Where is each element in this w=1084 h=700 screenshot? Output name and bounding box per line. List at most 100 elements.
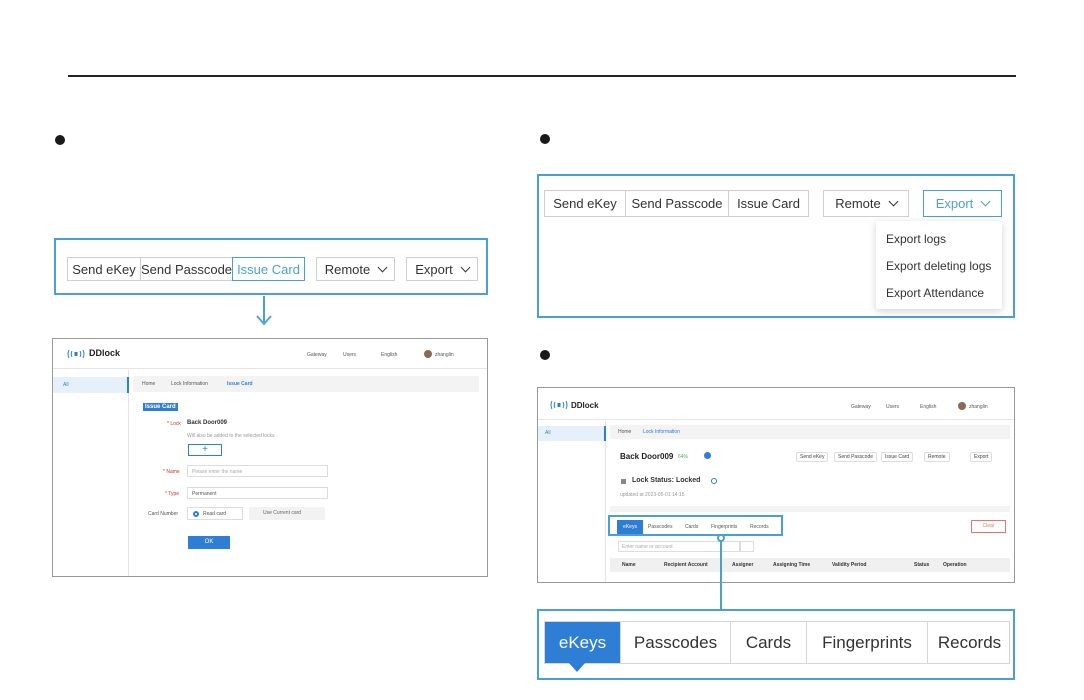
wifi-lock-icon — [550, 400, 568, 410]
user-name[interactable]: zhanglin — [969, 404, 988, 410]
tabs-zoomed: eKeys Passcodes Cards Fingerprints Recor… — [537, 609, 1015, 680]
tab-passcodes[interactable]: Passcodes — [621, 622, 731, 663]
clear-button[interactable]: Clear — [971, 520, 1006, 533]
breadcrumb-lock-info[interactable]: Lock Information — [171, 381, 208, 387]
issue-card-button[interactable]: Issue Card — [232, 257, 305, 281]
column-assigner: Assigner — [732, 562, 754, 568]
tabs-highlight — [608, 515, 783, 536]
wifi-lock-icon — [67, 349, 85, 359]
sidebar-item-all[interactable]: All — [538, 426, 606, 441]
chevron-down-icon — [888, 196, 899, 207]
search-icon[interactable] — [740, 541, 754, 552]
user-name[interactable]: zhanglin — [435, 352, 454, 358]
read-card-label: Read card — [203, 511, 227, 517]
type-label: * Type — [165, 491, 180, 497]
send-passcode-button[interactable]: Send Passcode — [834, 452, 878, 462]
export-button[interactable]: Export — [406, 257, 478, 281]
avatar[interactable] — [958, 402, 966, 410]
top-rule — [68, 75, 1016, 77]
app-header: DDlock Gateway Users English zhanglin — [538, 388, 1014, 420]
breadcrumb-issue-card: Issue Card — [227, 381, 253, 387]
avatar[interactable] — [424, 350, 432, 358]
settings-icon[interactable] — [704, 452, 711, 459]
refresh-icon[interactable] — [711, 478, 717, 484]
tab-fingerprints[interactable]: Fingerprints — [807, 622, 928, 663]
export-dropdown-menu: Export logs Export deleting logs Export … — [876, 221, 1002, 309]
toolbar-frame-left: Send eKey Send Passcode Issue Card Remot… — [54, 238, 488, 295]
issue-card-screenshot: DDlock Gateway Users English zhanglin Al… — [52, 338, 488, 577]
name-input[interactable]: Please enter the name — [187, 465, 328, 477]
remote-button[interactable]: Remote — [924, 452, 950, 462]
use-current-card-option[interactable]: Use Current card — [249, 507, 325, 520]
export-button[interactable]: Export — [923, 190, 1002, 217]
nav-gateway[interactable]: Gateway — [307, 352, 327, 358]
radio-selected-icon — [193, 511, 199, 517]
add-lock-button[interactable]: + — [188, 444, 222, 456]
send-ekey-button[interactable]: Send eKey — [796, 452, 829, 462]
breadcrumb-lock-info: Lock Information — [643, 429, 680, 435]
export-label: Export — [935, 196, 974, 211]
export-button[interactable]: Export — [970, 452, 993, 462]
nav-language[interactable]: English — [920, 404, 936, 410]
brand-name: DDlock — [571, 401, 599, 410]
remote-label: Remote — [835, 196, 881, 211]
chevron-down-icon — [377, 262, 388, 272]
remote-label: Remote — [324, 261, 371, 277]
use-current-label: Use Current card — [263, 510, 302, 516]
chevron-down-icon — [460, 262, 471, 272]
menu-item-export-attendance[interactable]: Export Attendance — [886, 286, 984, 300]
export-label: Export — [415, 261, 453, 277]
lock-name: Back Door009 — [620, 452, 674, 461]
read-card-option[interactable]: Read card — [187, 507, 243, 520]
breadcrumb: Home Lock Information — [610, 425, 1010, 439]
breadcrumb-home[interactable]: Home — [142, 381, 155, 387]
issue-card-button[interactable]: Issue Card — [728, 190, 809, 217]
tabs-zoomed-bar: eKeys Passcodes Cards Fingerprints Recor… — [544, 621, 1010, 664]
nav-users[interactable]: Users — [886, 404, 899, 410]
send-passcode-button[interactable]: Send Passcode — [140, 257, 233, 281]
connector-line — [720, 541, 722, 609]
send-ekey-button[interactable]: Send eKey — [67, 257, 141, 281]
remote-button[interactable]: Remote — [823, 190, 909, 217]
sidebar-item-label: All — [63, 382, 69, 388]
form-title: Issue Card — [143, 403, 178, 411]
ok-button[interactable]: OK — [188, 536, 230, 549]
lock-icon — [621, 479, 626, 484]
active-tab-pointer-icon — [569, 663, 585, 672]
breadcrumb: Home Lock Information Issue Card — [133, 376, 479, 392]
tab-ekeys[interactable]: eKeys — [545, 622, 621, 663]
lock-note: Will also be added to the selected locks — [187, 433, 275, 439]
card-number-label: Card Number — [148, 511, 179, 517]
type-select[interactable]: Permanent — [187, 487, 328, 499]
section-divider — [610, 506, 1010, 512]
lock-info-screenshot: DDlock Gateway Users English zhanglin Al… — [537, 387, 1015, 583]
battery-level: 64% — [678, 454, 689, 460]
table-header: Name Recipient Account Assigner Assignin… — [610, 558, 1010, 572]
app-header: DDlock Gateway Users English zhanglin — [53, 339, 487, 369]
remote-button[interactable]: Remote — [316, 257, 395, 281]
column-name: Name — [622, 562, 636, 568]
bullet-right-top — [540, 134, 550, 144]
issue-card-button[interactable]: Issue Card — [881, 452, 914, 462]
brand-name: DDlock — [89, 348, 121, 358]
send-passcode-button[interactable]: Send Passcode — [625, 190, 729, 217]
name-label: * Name — [163, 469, 180, 475]
tab-cards[interactable]: Cards — [731, 622, 807, 663]
menu-item-export-deleting-logs[interactable]: Export deleting logs — [886, 259, 991, 273]
bullet-left — [55, 135, 65, 145]
nav-users[interactable]: Users — [343, 352, 356, 358]
breadcrumb-home[interactable]: Home — [618, 429, 631, 435]
send-ekey-button[interactable]: Send eKey — [544, 190, 626, 217]
toolbar-frame-right: Send eKey Send Passcode Issue Card Remot… — [537, 174, 1015, 318]
nav-gateway[interactable]: Gateway — [851, 404, 871, 410]
tab-records[interactable]: Records — [928, 622, 1011, 663]
menu-item-export-logs[interactable]: Export logs — [886, 232, 946, 246]
sidebar: All — [53, 370, 129, 576]
sidebar-item-label: All — [545, 430, 551, 436]
nav-language[interactable]: English — [381, 352, 397, 358]
column-operation: Operation — [943, 562, 967, 568]
sidebar: All — [538, 421, 606, 582]
column-recipient: Recipient Account — [664, 562, 708, 568]
chevron-down-icon — [980, 196, 991, 207]
sidebar-item-all[interactable]: All — [53, 377, 129, 393]
